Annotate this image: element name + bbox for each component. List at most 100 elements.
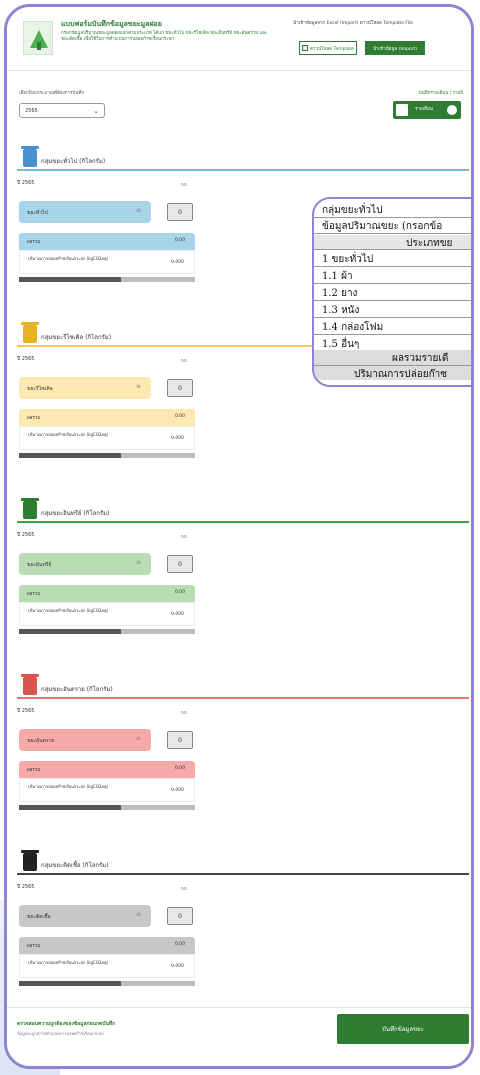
ghg-row: ปริมาณการปล่อยก๊าซเรือนกระจก (kgCO2eq) 0… [19,954,195,978]
waste-bin-icon [21,322,39,343]
waste-bin-icon [21,146,39,167]
section-title: กลุ่มขยะติดเชื้อ (กิโลกรัม) [41,862,109,869]
waste-bin-icon [21,674,39,695]
sum-label: ผลรวม [27,416,41,421]
ghg-label: ปริมาณการปล่อยก๊าซเรือนกระจก (kgCO2eq) [28,256,109,261]
popup-ghg-label: ปริมาณการปล่อยก๊าซ [354,369,448,380]
progress-fill [19,629,122,634]
section-divider [17,169,469,171]
waste-group-section: กลุ่มขยะอินทรีย์ (กิโลกรัม) ปี 2565 กก. … [17,498,469,673]
popup-divider [314,283,471,284]
waste-type-field[interactable]: ขยะอินทรีย์ ≡ [19,553,151,575]
menu-icon: ≡ [135,207,141,214]
waste-type-label: ขยะอันตราย [27,738,55,744]
import-label: นำเข้าข้อมูลจาก Excel (Import) ดาวน์โหลด… [293,21,413,26]
record-mode-link[interactable]: บันทึกรายเดือน | รายปี [419,89,463,96]
menu-icon: ≡ [135,559,141,566]
section-divider [17,521,469,523]
waste-type-field[interactable]: ขยะติดเชื้อ ≡ [19,905,151,927]
quantity-input[interactable]: 0 [167,907,193,925]
section-unit: กก. [181,183,188,188]
sum-label: ผลรวม [27,592,41,597]
popup-subtitle: ข้อมูลปริมาณขยะ (กรอกข้อ [322,221,443,232]
progress-bar [19,277,195,282]
progress-fill [19,981,122,986]
popup-divider [314,317,471,318]
chevron-down-icon: ⌄ [93,107,99,115]
waste-type-field[interactable]: ขยะรีไซเคิล ≡ [19,377,151,399]
ghg-row: ปริมาณการปล่อยก๊าซเรือนกระจก (kgCO2eq) 0… [19,602,195,626]
progress-fill [19,453,122,458]
section-year: ปี 2565 [17,884,35,890]
ghg-label: ปริมาณการปล่อยก๊าซเรือนกระจก (kgCO2eq) [28,608,109,613]
popup-item: 1.3 หนัง [322,305,360,316]
section-title: กลุ่มขยะทั่วไป (กิโลกรัม) [41,158,106,165]
section-title: กลุ่มขยะรีไซเคิล (กิโลกรัม) [41,334,112,341]
popup-divider [314,334,471,335]
popup-item: 1 ขยะทั่วไป [322,254,374,265]
sum-value: 0.00 [174,590,185,595]
quantity-input[interactable]: 0 [167,555,193,573]
ghg-value: 0.000 [171,612,184,617]
popup-divider [314,365,471,366]
section-header: กลุ่มขยะทั่วไป (กิโลกรัม) [17,146,469,171]
toggle-knob [447,105,457,115]
quantity-input[interactable]: 0 [167,203,193,221]
app-logo-icon [23,21,53,55]
ghg-label: ปริมาณการปล่อยก๊าซเรือนกระจก (kgCO2eq) [28,960,109,965]
progress-fill [19,805,122,810]
section-unit: กก. [181,535,188,540]
section-unit: กก. [181,711,188,716]
ghg-value: 0.000 [171,788,184,793]
progress-fill [19,277,122,282]
progress-bar [19,453,195,458]
popup-total-label: ผลรวมรายเดื [392,353,449,364]
sum-row: ผลรวม 0.00 [19,233,195,250]
popup-item: 1.4 กล่องโฟม [322,322,384,333]
popup-divider [314,266,471,267]
quantity-input[interactable]: 0 [167,731,193,749]
sum-label: ผลรวม [27,768,41,773]
section-title: กลุ่มขยะอันตราย (กิโลกรัม) [41,686,113,693]
sum-row: ผลรวม 0.00 [19,761,195,778]
sum-row: ผลรวม 0.00 [19,585,195,602]
progress-bar [19,805,195,810]
waste-bin-icon [21,498,39,519]
excel-icon [301,45,308,51]
section-divider [17,873,469,875]
mobile-frame: แบบฟอร์มบันทึกข้อมูลขยะมูลฝอย กรอกข้อมูล… [4,4,474,1069]
download-template-button[interactable]: ดาวน์โหลด Template [299,41,357,55]
download-template-label: ดาวน์โหลด Template [309,46,355,52]
popup-item: 1.2 ยาง [322,288,358,299]
sum-label: ผลรวม [27,240,41,245]
import-button[interactable]: นำเข้าข้อมูล (Import) [365,41,425,55]
ghg-label: ปริมาณการปล่อยก๊าซเรือนกระจก (kgCO2eq) [28,784,109,789]
sum-row: ผลรวม 0.00 [19,409,195,426]
popup-divider [314,233,471,234]
toggle-label: รายเดือน [415,107,433,112]
year-select[interactable]: 2565 ⌄ [19,103,105,118]
section-unit: กก. [181,359,188,364]
sum-value: 0.00 [174,942,185,947]
page-footer: ตรวจสอบความถูกต้องของข้อมูลก่อนกดบันทึก … [7,1007,471,1066]
monthly-toggle[interactable]: รายเดือน [393,101,461,119]
sum-value: 0.00 [174,766,185,771]
sum-row: ผลรวม 0.00 [19,937,195,954]
waste-bin-icon [21,850,39,871]
footer-title: ตรวจสอบความถูกต้องของข้อมูลก่อนกดบันทึก [17,1021,116,1027]
ghg-label: ปริมาณการปล่อยก๊าซเรือนกระจก (kgCO2eq) [28,432,109,437]
page-header: แบบฟอร์มบันทึกข้อมูลขยะมูลฝอย กรอกข้อมูล… [7,7,471,71]
waste-type-field[interactable]: ขยะอันตราย ≡ [19,729,151,751]
popup-divider [314,249,471,250]
year-select-value: 2565 [25,107,38,114]
ghg-value: 0.000 [171,964,184,969]
section-year: ปี 2565 [17,180,35,186]
waste-type-label: ขยะทั่วไป [27,210,48,216]
quantity-input[interactable]: 0 [167,379,193,397]
section-header: กลุ่มขยะติดเชื้อ (กิโลกรัม) [17,850,469,875]
save-button[interactable]: บันทึกข้อมูลขยะ [337,1014,469,1044]
waste-type-field[interactable]: ขยะทั่วไป ≡ [19,201,151,223]
ghg-row: ปริมาณการปล่อยก๊าซเรือนกระจก (kgCO2eq) 0… [19,778,195,802]
sum-value: 0.00 [174,414,185,419]
waste-detail-popup: กลุ่มขยะทั่วไป ข้อมูลปริมาณขยะ (กรอกข้อ … [312,197,471,387]
